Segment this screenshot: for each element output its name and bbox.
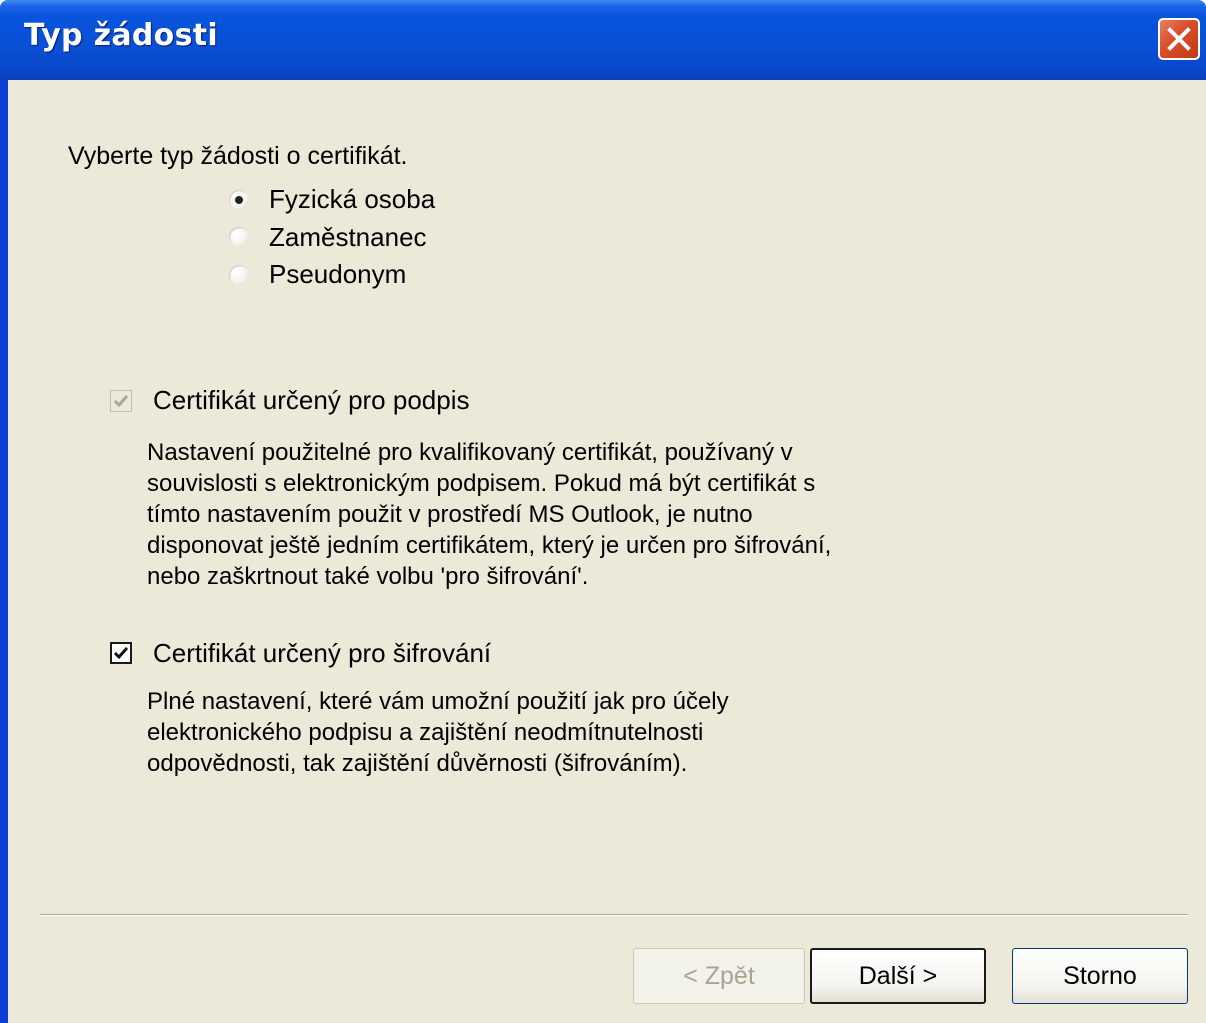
radio-pseudonym[interactable]: [229, 265, 249, 285]
close-icon: [1167, 27, 1191, 51]
button-separator: [40, 914, 1188, 916]
description-line: disponovat ještě jedním certifikátem, kt…: [147, 532, 832, 559]
encryption-description: Plné nastavení, které vám umožní použití…: [147, 686, 729, 779]
cancel-button[interactable]: Storno: [1012, 948, 1188, 1004]
description-line: Plné nastavení, které vám umožní použití…: [147, 688, 729, 715]
radio-label-pseudonym[interactable]: Pseudonym: [269, 259, 406, 290]
encryption-checkbox-label[interactable]: Certifikát určený pro šifrování: [153, 638, 491, 669]
signing-checkbox-label[interactable]: Certifikát určený pro podpis: [153, 385, 469, 416]
encryption-checkbox[interactable]: [110, 642, 132, 664]
title-bar[interactable]: Typ žádosti: [0, 0, 1206, 80]
description-line: souvislosti s elektronickým podpisem. Po…: [147, 470, 816, 497]
checkmark-icon: [113, 395, 129, 408]
checkmark-icon: [113, 647, 129, 660]
radio-zamestnanec[interactable]: [229, 227, 249, 247]
radio-label-zamestnanec[interactable]: Zaměstnanec: [269, 222, 427, 253]
radio-selected-dot: [235, 196, 243, 204]
dialog-window: Typ žádosti Vyberte typ žádosti o certif…: [0, 0, 1206, 1023]
close-button[interactable]: [1158, 18, 1200, 60]
description-line: nebo zaškrtnout také volbu 'pro šifrován…: [147, 563, 589, 590]
request-type-prompt: Vyberte typ žádosti o certifikát.: [68, 142, 408, 170]
back-button[interactable]: < Zpět: [633, 948, 805, 1004]
dialog-content: Vyberte typ žádosti o certifikát. Fyzick…: [8, 80, 1206, 1023]
radio-label-fyzicka-osoba[interactable]: Fyzická osoba: [269, 184, 435, 215]
description-line: Nastavení použitelné pro kvalifikovaný c…: [147, 439, 793, 466]
signing-description: Nastavení použitelné pro kvalifikovaný c…: [147, 437, 831, 592]
signing-checkbox[interactable]: [110, 390, 132, 412]
description-line: tímto nastavením použit v prostředí MS O…: [147, 501, 753, 528]
description-line: odpovědnosti, tak zajištění důvěrnosti (…: [147, 750, 688, 777]
next-button[interactable]: Další >: [810, 948, 986, 1004]
radio-fyzicka-osoba[interactable]: [229, 190, 249, 210]
window-title: Typ žádosti: [24, 18, 218, 53]
description-line: elektronického podpisu a zajištění neodm…: [147, 719, 704, 746]
